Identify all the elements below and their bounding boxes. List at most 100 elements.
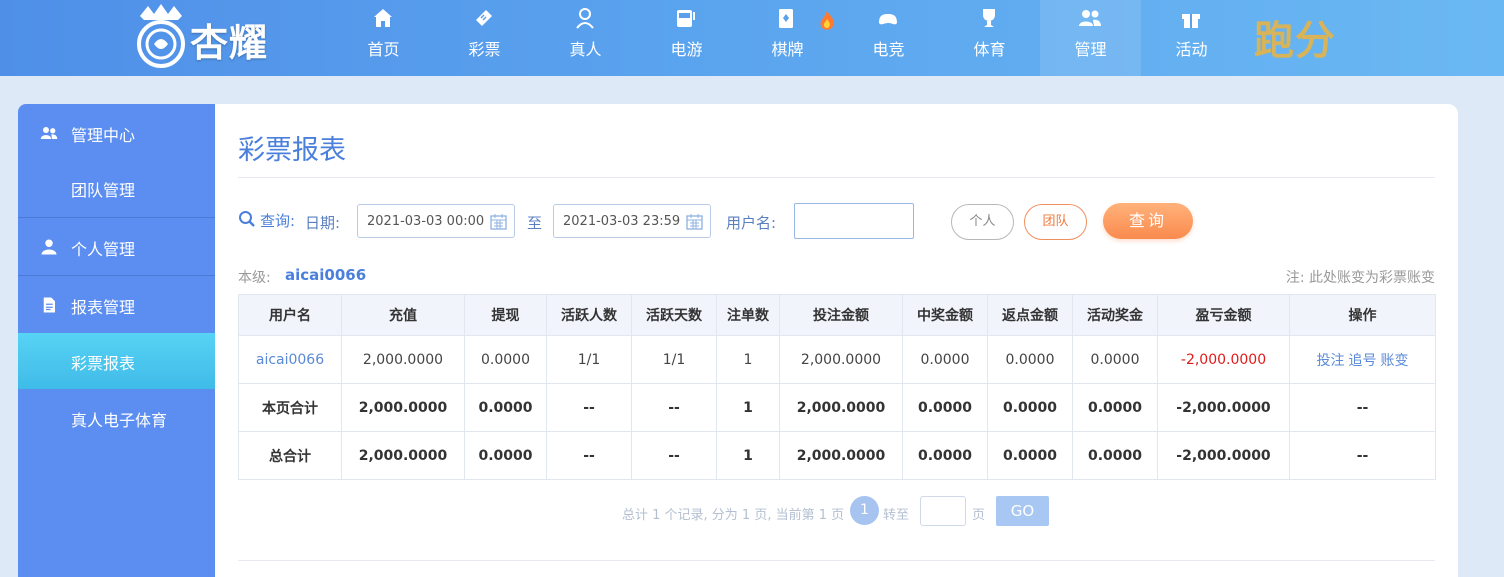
query-button[interactable]: 查询 bbox=[1103, 203, 1193, 239]
column-header: 操作 bbox=[1289, 294, 1436, 336]
operations-cell: 投注 追号 账变 bbox=[1289, 335, 1436, 384]
trophy-icon bbox=[983, 9, 995, 27]
table-cell: -- bbox=[546, 431, 632, 480]
table-cell: -- bbox=[631, 431, 717, 480]
nav-label: 活动 bbox=[1175, 40, 1208, 59]
nav-label: 首页 bbox=[367, 40, 400, 59]
table-cell: 2,000.0000 bbox=[779, 431, 903, 480]
crown-emblem-icon bbox=[137, 4, 185, 68]
chase-record-link[interactable]: 追号 bbox=[1349, 353, 1377, 369]
page-unit-label: 页 bbox=[972, 508, 986, 523]
home-icon bbox=[374, 9, 392, 27]
to-label: 至 bbox=[527, 214, 543, 232]
table-cell: 0.0000 bbox=[902, 431, 988, 480]
column-header: 提现 bbox=[464, 294, 547, 336]
nav-item-esports[interactable]: 电竞 bbox=[838, 0, 939, 76]
sidebar-item-live-slots-sports[interactable]: 真人电子体育 bbox=[18, 390, 215, 446]
bet-record-link[interactable]: 投注 bbox=[1317, 353, 1345, 369]
table-cell: 0.0000 bbox=[902, 335, 988, 384]
nav-label: 棋牌 bbox=[771, 40, 804, 59]
table-cell: 1/1 bbox=[546, 335, 632, 384]
nav-label: 管理 bbox=[1074, 40, 1107, 59]
account-change-link[interactable]: 账变 bbox=[1381, 353, 1409, 369]
sidebar-item-label: 彩票报表 bbox=[71, 354, 136, 373]
gift-icon bbox=[1182, 14, 1200, 28]
column-header: 返点金额 bbox=[987, 294, 1073, 336]
profit-loss-cell: -2,000.0000 bbox=[1157, 431, 1290, 480]
sidebar-item-lottery-report[interactable]: 彩票报表 bbox=[18, 333, 215, 389]
nav-item-slots[interactable]: 电游 bbox=[636, 0, 737, 76]
nav-item-home[interactable]: 首页 bbox=[333, 0, 434, 76]
column-header: 活跃人数 bbox=[546, 294, 632, 336]
sidebar-item-team-manage[interactable]: 团队管理 bbox=[18, 160, 215, 216]
column-header: 中奖金额 bbox=[902, 294, 988, 336]
promo-banner[interactable]: 跑分 bbox=[1254, 8, 1336, 66]
page-number-current[interactable]: 1 bbox=[850, 496, 879, 525]
username-input[interactable] bbox=[794, 203, 914, 239]
sidebar-item-label: 团队管理 bbox=[71, 181, 136, 200]
go-button[interactable]: GO bbox=[996, 496, 1049, 526]
document-icon bbox=[43, 297, 55, 313]
date-label: 日期: bbox=[305, 214, 341, 232]
goto-page-input[interactable] bbox=[920, 496, 966, 526]
table-cell: 2,000.0000 bbox=[779, 383, 903, 432]
column-header: 活跃天数 bbox=[631, 294, 717, 336]
table-cell: 0.0000 bbox=[902, 383, 988, 432]
column-header: 活动奖金 bbox=[1072, 294, 1158, 336]
report-table: 用户名 充值 提现 活跃人数 活跃天数 注单数 投注金额 中奖金额 返点金额 活… bbox=[238, 294, 1436, 480]
team-button[interactable]: 团队 bbox=[1024, 204, 1087, 240]
date-from-value: 2021-03-03 00:00 bbox=[367, 214, 485, 229]
table-cell: 0.0000 bbox=[1072, 335, 1158, 384]
nav-item-live[interactable]: 真人 bbox=[535, 0, 636, 76]
gamepad-icon bbox=[879, 14, 897, 25]
query-label: 查询: bbox=[260, 212, 296, 230]
nav-item-manage[interactable]: 管理 bbox=[1040, 0, 1141, 76]
fire-badge-icon bbox=[820, 11, 834, 30]
top-nav-bar: 杏耀 首页 彩票 真人 电游 棋牌 电竞 体育 管理 活动 跑分 bbox=[0, 0, 1504, 76]
sidebar-section-manage-center[interactable]: 管理中心 bbox=[18, 104, 215, 160]
nav-item-sports[interactable]: 体育 bbox=[939, 0, 1040, 76]
sidebar-section-label: 个人管理 bbox=[71, 240, 136, 259]
pagination: 总计 1 个记录, 分为 1 页, 当前第 1 页 1 转至 页 GO bbox=[215, 496, 1458, 528]
sidebar-section-reports[interactable]: 报表管理 bbox=[18, 276, 215, 332]
table-cell: 0.0000 bbox=[987, 383, 1073, 432]
date-to-input[interactable]: 2021-03-03 23:59 bbox=[553, 204, 711, 238]
personal-button[interactable]: 个人 bbox=[951, 204, 1014, 240]
table-cell: -- bbox=[1289, 431, 1436, 480]
column-header: 投注金额 bbox=[779, 294, 903, 336]
profit-loss-cell: -2,000.0000 bbox=[1157, 383, 1290, 432]
sidebar-section-personal[interactable]: 个人管理 bbox=[18, 218, 215, 274]
username-link[interactable]: aicai0066 bbox=[238, 335, 342, 384]
calendar-icon[interactable] bbox=[490, 213, 507, 230]
pagination-summary: 总计 1 个记录, 分为 1 页, 当前第 1 页 bbox=[622, 508, 845, 523]
table-cell: 0.0000 bbox=[1072, 383, 1158, 432]
table-header-row: 用户名 充值 提现 活跃人数 活跃天数 注单数 投注金额 中奖金额 返点金额 活… bbox=[238, 294, 1436, 336]
users-icon bbox=[40, 127, 58, 139]
date-to-value: 2021-03-03 23:59 bbox=[563, 214, 681, 229]
table-row: aicai0066 2,000.0000 0.0000 1/1 1/1 1 2,… bbox=[238, 335, 1436, 384]
search-icon bbox=[239, 211, 255, 227]
table-cell: -- bbox=[546, 383, 632, 432]
nav-label: 电游 bbox=[670, 40, 703, 59]
nav-item-events[interactable]: 活动 bbox=[1141, 0, 1242, 76]
table-row-grand-total: 总合计 2,000.0000 0.0000 -- -- 1 2,000.0000… bbox=[238, 431, 1436, 480]
level-value: aicai0066 bbox=[285, 266, 367, 284]
logo-text: 杏耀 bbox=[190, 21, 269, 65]
sidebar: 管理中心 团队管理 个人管理 报表管理 彩票报表 真人电子体育 bbox=[18, 104, 215, 577]
date-from-input[interactable]: 2021-03-03 00:00 bbox=[357, 204, 515, 238]
table-cell: -- bbox=[1289, 383, 1436, 432]
table-cell: 1/1 bbox=[631, 335, 717, 384]
table-cell: 0.0000 bbox=[1072, 431, 1158, 480]
title-divider bbox=[238, 177, 1435, 178]
bottom-divider bbox=[238, 560, 1435, 561]
table-cell: 0.0000 bbox=[987, 431, 1073, 480]
column-header: 盈亏金额 bbox=[1157, 294, 1290, 336]
brand-logo[interactable]: 杏耀 bbox=[130, 2, 300, 72]
nav-item-cards[interactable]: 棋牌 bbox=[737, 0, 838, 76]
nav-item-lottery[interactable]: 彩票 bbox=[434, 0, 535, 76]
sidebar-section-label: 管理中心 bbox=[71, 126, 136, 145]
nav-label: 电竞 bbox=[872, 40, 905, 59]
calendar-icon[interactable] bbox=[686, 213, 703, 230]
table-cell: -- bbox=[631, 383, 717, 432]
table-cell: 1 bbox=[716, 335, 780, 384]
